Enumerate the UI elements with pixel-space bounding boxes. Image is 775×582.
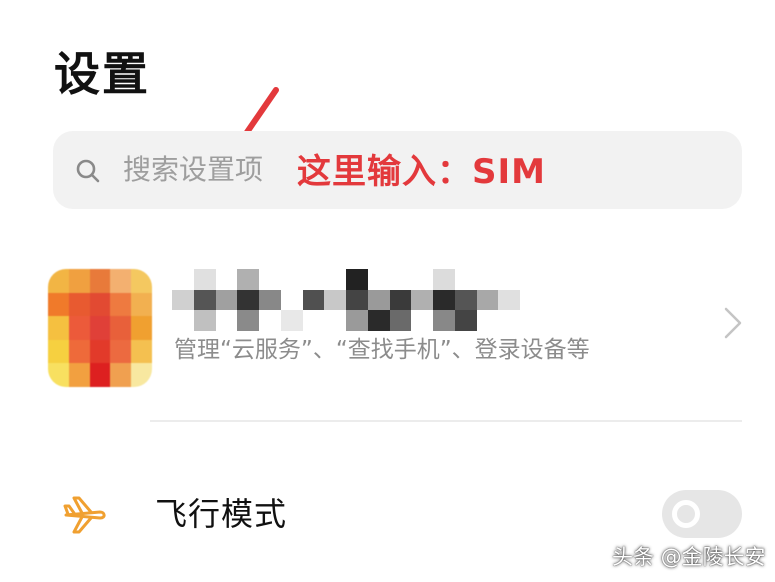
name-mosaic-cell — [389, 310, 412, 331]
avatar-mosaic-cell — [48, 269, 69, 293]
avatar-mosaic-cell — [48, 292, 69, 317]
avatar-mosaic-cell — [48, 316, 69, 340]
name-mosaic-cell — [476, 310, 499, 331]
avatar-mosaic-cell — [131, 316, 152, 340]
name-mosaic-cell — [280, 310, 303, 331]
watermark: 头条 @金陵长安 — [612, 545, 766, 569]
avatar-mosaic-cell — [68, 269, 90, 293]
name-mosaic-cell — [259, 310, 281, 331]
name-mosaic-cell — [215, 310, 238, 331]
avatar-mosaic-cell — [89, 292, 111, 317]
search-icon — [76, 159, 100, 183]
name-mosaic-cell — [498, 289, 521, 311]
name-mosaic-cell — [520, 269, 542, 290]
name-mosaic-cell — [324, 289, 347, 311]
name-mosaic-cell — [259, 289, 281, 311]
name-mosaic-cell — [280, 269, 303, 290]
avatar-mosaic-cell — [110, 363, 132, 387]
avatar-mosaic-cell — [68, 363, 90, 387]
avatar — [48, 269, 152, 387]
name-mosaic-cell — [346, 310, 368, 331]
name-mosaic-cell — [215, 289, 238, 311]
divider — [150, 420, 742, 422]
name-mosaic-cell — [367, 310, 390, 331]
avatar-mosaic-cell — [131, 363, 152, 387]
name-mosaic-cell — [454, 310, 477, 331]
name-mosaic-cell — [476, 269, 499, 290]
name-mosaic-cell — [215, 269, 238, 290]
name-mosaic-cell — [346, 289, 368, 311]
airplane-mode-label: 飞行模式 — [155, 495, 288, 533]
avatar-mosaic-cell — [131, 339, 152, 364]
avatar-mosaic-cell — [68, 339, 90, 364]
avatar-mosaic-cell — [110, 269, 132, 293]
name-mosaic-cell — [193, 310, 216, 331]
name-mosaic-cell — [411, 289, 434, 311]
name-mosaic-cell — [324, 310, 347, 331]
airplane-icon — [63, 496, 106, 534]
airplane-mode-toggle[interactable] — [662, 490, 742, 538]
name-mosaic-cell — [433, 310, 455, 331]
name-mosaic-cell — [280, 289, 303, 311]
name-mosaic-cell — [367, 289, 390, 311]
avatar-mosaic-cell — [68, 316, 90, 340]
name-mosaic-cell — [302, 269, 325, 290]
name-mosaic-cell — [411, 310, 434, 331]
name-mosaic-cell — [454, 269, 477, 290]
avatar-mosaic-cell — [89, 269, 111, 293]
account-row[interactable]: 管理“云服务”、“查找手机”、登录设备等 — [0, 255, 775, 405]
account-name-blurred — [172, 269, 542, 331]
name-mosaic-cell — [367, 269, 390, 290]
name-mosaic-cell — [520, 310, 542, 331]
name-mosaic-cell — [476, 289, 499, 311]
name-mosaic-cell — [433, 269, 455, 290]
name-mosaic-cell — [302, 310, 325, 331]
name-mosaic-cell — [172, 269, 194, 290]
name-mosaic-cell — [389, 269, 412, 290]
name-mosaic-cell — [433, 289, 455, 311]
name-mosaic-cell — [193, 289, 216, 311]
name-mosaic-cell — [259, 269, 281, 290]
name-mosaic-cell — [520, 289, 542, 311]
name-mosaic-cell — [411, 269, 434, 290]
toggle-knob — [672, 500, 700, 528]
annotation-text: 这里输入：SIM — [297, 152, 546, 192]
avatar-mosaic-cell — [89, 339, 111, 364]
avatar-mosaic-cell — [110, 339, 132, 364]
avatar-mosaic-cell — [110, 292, 132, 317]
name-mosaic-cell — [389, 289, 412, 311]
name-mosaic-cell — [172, 310, 194, 331]
name-mosaic-cell — [302, 289, 325, 311]
search-input[interactable]: 搜索设置项 — [123, 151, 263, 189]
avatar-mosaic-cell — [48, 363, 69, 387]
name-mosaic-cell — [454, 289, 477, 311]
chevron-right-icon — [724, 307, 742, 339]
name-mosaic-cell — [346, 269, 368, 290]
name-mosaic-cell — [237, 310, 260, 331]
avatar-mosaic-cell — [89, 363, 111, 387]
name-mosaic-cell — [172, 289, 194, 311]
avatar-mosaic-cell — [68, 292, 90, 317]
account-subtitle: 管理“云服务”、“查找手机”、登录设备等 — [174, 337, 590, 363]
name-mosaic-cell — [498, 269, 521, 290]
name-mosaic-cell — [498, 310, 521, 331]
avatar-mosaic-cell — [89, 316, 111, 340]
name-mosaic-cell — [193, 269, 216, 290]
name-mosaic-cell — [324, 269, 347, 290]
avatar-mosaic-cell — [131, 269, 152, 293]
name-mosaic-cell — [237, 269, 260, 290]
page-title: 设置 — [54, 47, 150, 101]
avatar-mosaic-cell — [48, 339, 69, 364]
name-mosaic-cell — [237, 289, 260, 311]
avatar-mosaic-cell — [131, 292, 152, 317]
avatar-mosaic-cell — [110, 316, 132, 340]
